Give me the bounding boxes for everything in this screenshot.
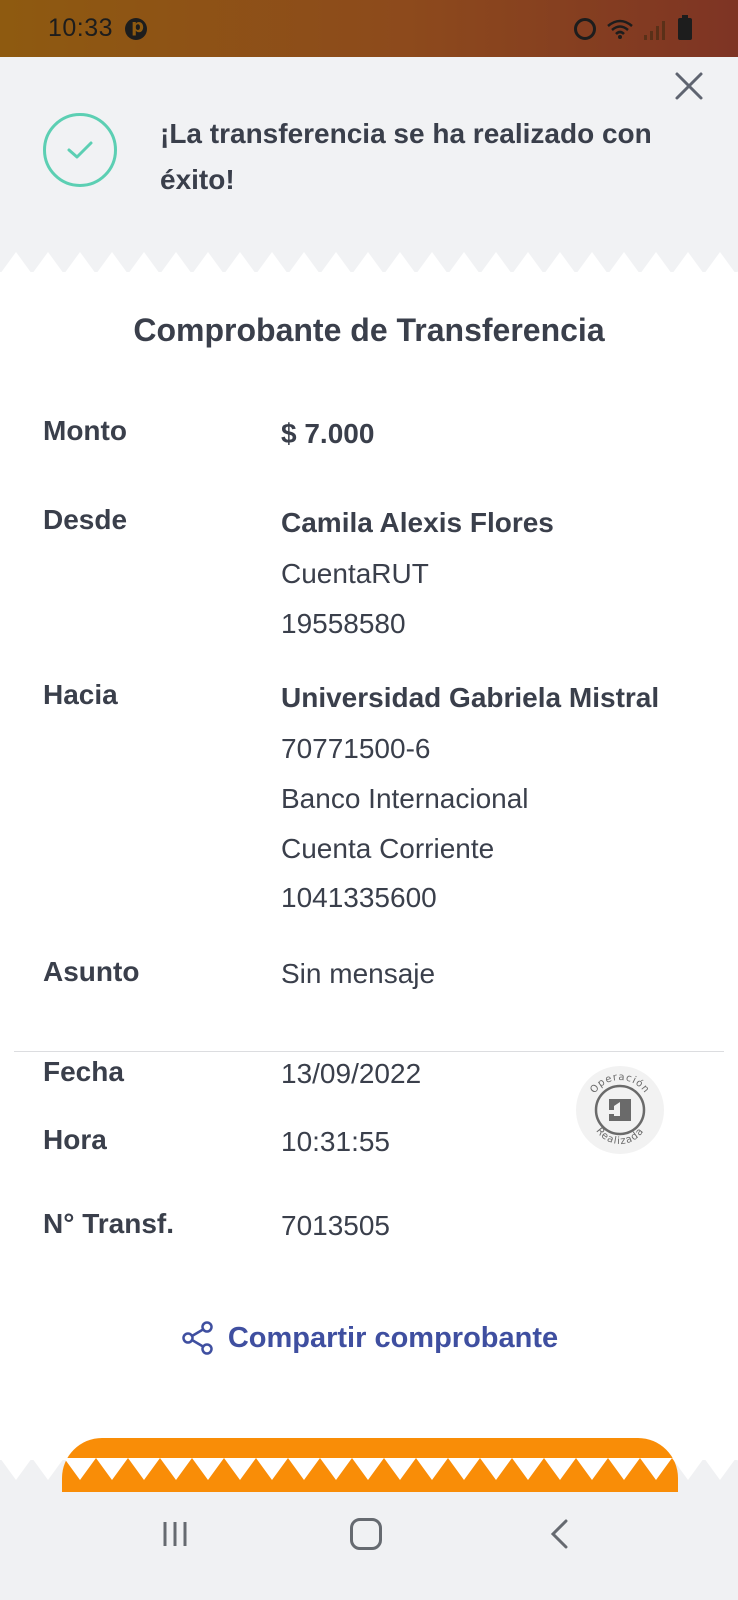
time-value: 10:31:55 bbox=[281, 1126, 390, 1157]
recent-apps-icon[interactable] bbox=[160, 1520, 190, 1548]
svg-text:Realizada: Realizada bbox=[594, 1126, 647, 1147]
operation-stamp: Operación Realizada bbox=[576, 1066, 664, 1154]
share-receipt-button[interactable]: Compartir comprobante bbox=[0, 1320, 738, 1356]
to-name: Universidad Gabriela Mistral bbox=[281, 682, 660, 713]
receipt-top-edge bbox=[0, 252, 738, 274]
date-value: 13/09/2022 bbox=[281, 1058, 422, 1089]
subject-value: Sin mensaje bbox=[281, 958, 436, 989]
close-icon[interactable] bbox=[674, 71, 704, 101]
pinterest-icon bbox=[125, 16, 148, 40]
to-account-number: 1041335600 bbox=[281, 882, 437, 913]
to-bank: Banco Internacional bbox=[281, 783, 529, 814]
from-account-number: 19558580 bbox=[281, 608, 406, 639]
date-label: Fecha bbox=[43, 1056, 124, 1087]
receipt-card: Comprobante de Transferencia Monto $ 7.0… bbox=[0, 272, 738, 1518]
home-icon[interactable] bbox=[350, 1518, 382, 1550]
status-bar: 10:33 bbox=[0, 0, 738, 57]
to-account-type: Cuenta Corriente bbox=[281, 833, 495, 864]
stamp-top-text: Operación bbox=[588, 1072, 650, 1096]
alarm-icon bbox=[574, 17, 596, 40]
to-rut: 70771500-6 bbox=[281, 733, 431, 764]
from-account-type: CuentaRUT bbox=[281, 558, 429, 589]
check-circle-icon bbox=[43, 113, 117, 187]
transfer-number-label: N° Transf. bbox=[43, 1208, 175, 1239]
share-icon bbox=[182, 1321, 213, 1355]
share-label: Compartir comprobante bbox=[227, 1321, 559, 1354]
success-message: ¡La transferencia se ha realizado con éx… bbox=[160, 118, 652, 195]
android-nav-bar bbox=[0, 1492, 738, 1600]
stamp-bottom-text: Realizada bbox=[594, 1126, 646, 1147]
battery-icon bbox=[678, 14, 692, 40]
from-label: Desde bbox=[43, 504, 128, 535]
from-name: Camila Alexis Flores bbox=[281, 507, 554, 538]
status-icons bbox=[574, 14, 692, 40]
receipt-title: Comprobante de Transferencia bbox=[133, 312, 605, 348]
to-label: Hacia bbox=[43, 679, 118, 710]
amount-value: $ 7.000 bbox=[281, 418, 375, 449]
subject-label: Asunto bbox=[43, 956, 140, 987]
svg-text:Operación: Operación bbox=[588, 1072, 651, 1096]
wifi-icon bbox=[607, 19, 633, 39]
status-time: 10:33 bbox=[48, 14, 114, 42]
signal-icon bbox=[644, 18, 668, 40]
back-icon[interactable] bbox=[548, 1518, 570, 1550]
amount-label: Monto bbox=[43, 415, 127, 446]
receipt-bottom-edge bbox=[0, 1458, 738, 1480]
transfer-number-value: 7013505 bbox=[281, 1210, 391, 1241]
time-label: Hora bbox=[43, 1124, 107, 1155]
